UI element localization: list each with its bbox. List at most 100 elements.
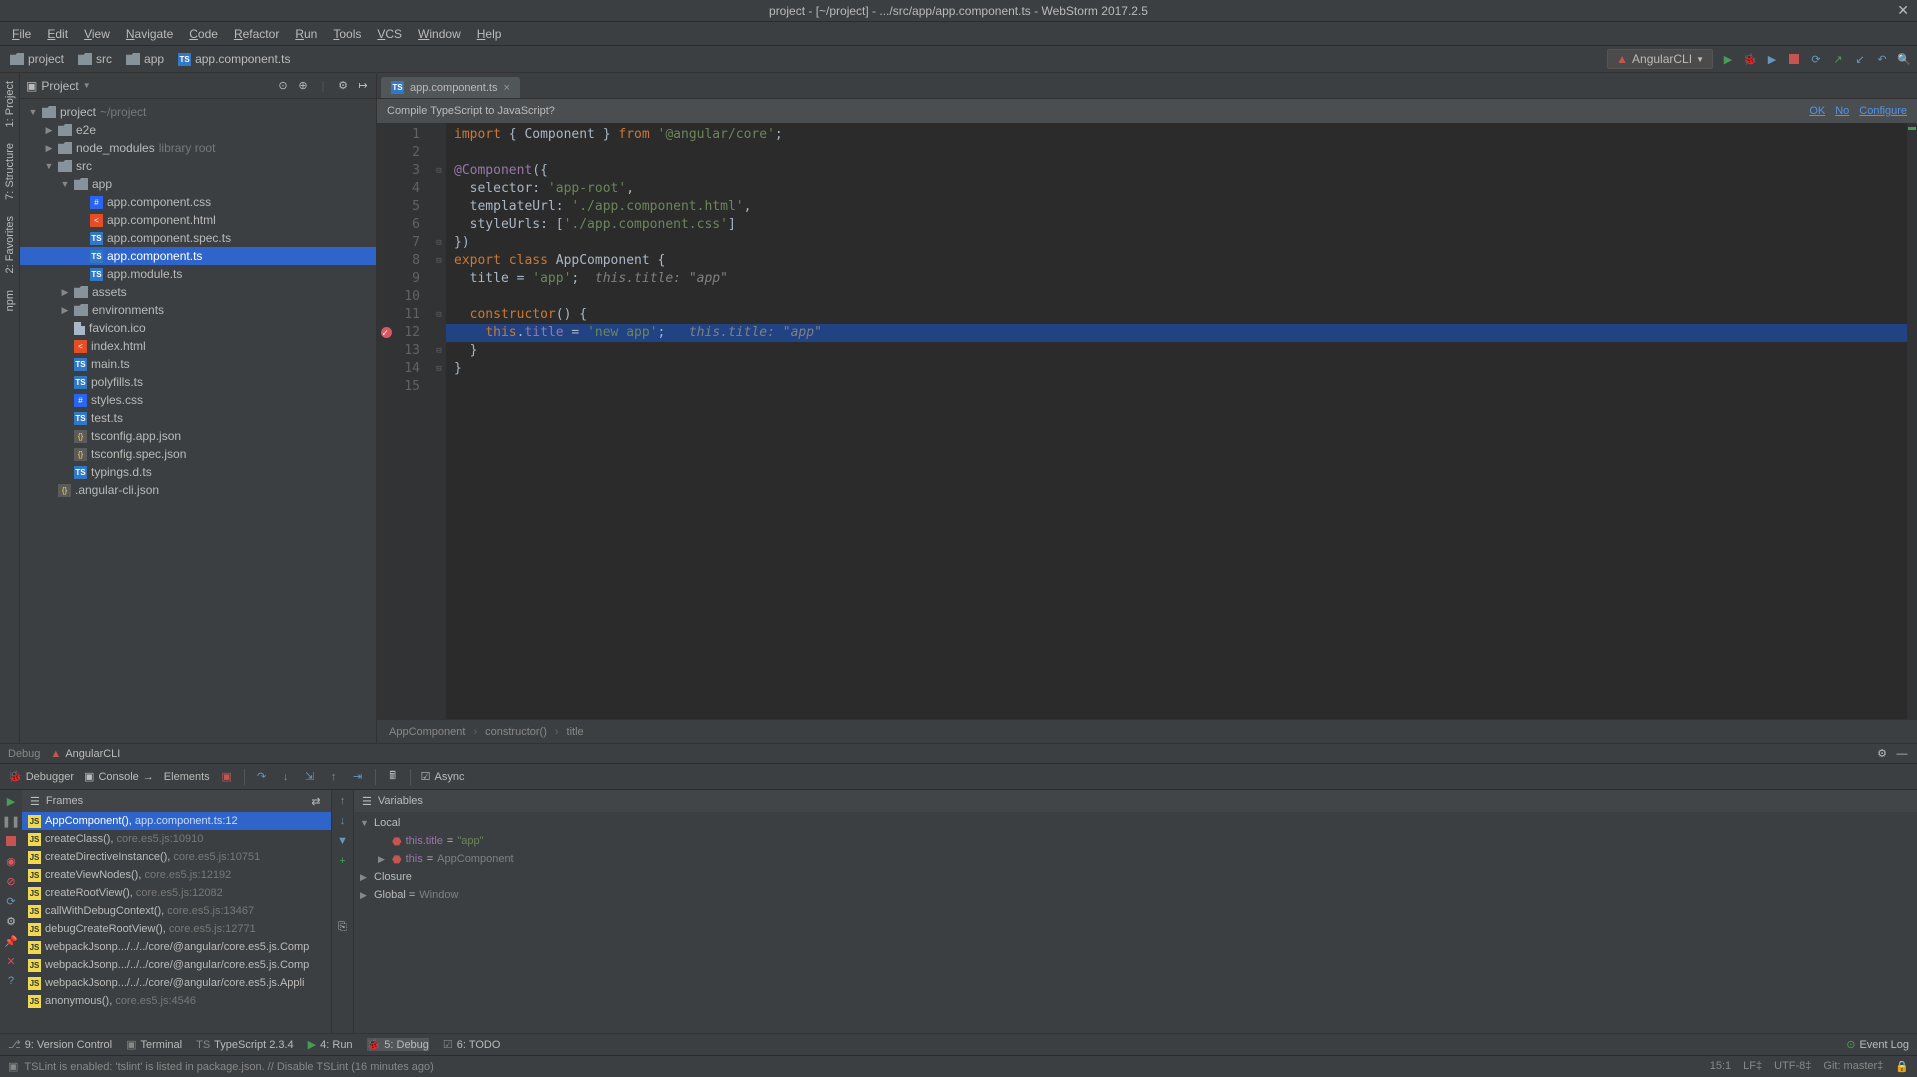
- tree-item[interactable]: ▼src: [20, 157, 376, 175]
- tree-item[interactable]: #styles.css: [20, 391, 376, 409]
- frame-row[interactable]: JScreateClass(), core.es5.js:10910: [22, 830, 331, 848]
- frames-list[interactable]: JSAppComponent(), app.component.ts:12JSc…: [22, 812, 331, 1033]
- mute-bp-icon[interactable]: ⊘: [4, 874, 18, 888]
- bottom-tab-ts[interactable]: TSTypeScript 2.3.4: [196, 1039, 294, 1051]
- search-icon[interactable]: 🔍: [1897, 52, 1911, 66]
- variable-row[interactable]: ⬣ this.title = "app": [354, 832, 1917, 850]
- up-icon[interactable]: ↑: [336, 794, 350, 808]
- async-checkbox[interactable]: ☑ Async: [421, 770, 465, 783]
- menu-help[interactable]: Help: [471, 25, 508, 43]
- variable-row[interactable]: ▶Closure: [354, 868, 1917, 886]
- tool-window-favorites[interactable]: 2: Favorites: [4, 212, 16, 277]
- frames-dropdown-icon[interactable]: ⇄: [309, 794, 323, 808]
- revert-icon[interactable]: ↶: [1875, 52, 1889, 66]
- code-editor[interactable]: 123456789101112131415 ⊟⊟⊟⊟⊟⊟ import { Co…: [377, 123, 1917, 719]
- status-item[interactable]: LF‡: [1743, 1060, 1762, 1073]
- close-icon[interactable]: ✕: [4, 954, 18, 968]
- tree-item[interactable]: TSapp.component.ts: [20, 247, 376, 265]
- reload-icon[interactable]: ⟳: [4, 894, 18, 908]
- project-tree[interactable]: ▼project ~/project▶e2e▶node_modules libr…: [20, 99, 376, 743]
- event-log[interactable]: ⊙Event Log: [1846, 1038, 1909, 1051]
- menu-file[interactable]: File: [6, 25, 37, 43]
- menu-view[interactable]: View: [78, 25, 116, 43]
- tree-item[interactable]: TStest.ts: [20, 409, 376, 427]
- minimize-icon[interactable]: ―: [1895, 747, 1909, 761]
- lock-icon[interactable]: 🔒: [1895, 1060, 1909, 1073]
- tree-item[interactable]: ▶assets: [20, 283, 376, 301]
- debugger-tab[interactable]: 🐞 Debugger: [8, 770, 74, 783]
- crumb-app[interactable]: app: [122, 50, 168, 68]
- banner-ok-link[interactable]: OK: [1809, 105, 1825, 117]
- breadcrumb-item[interactable]: title: [567, 726, 584, 738]
- frame-row[interactable]: JSwebpackJsonp.../../../core/@angular/co…: [22, 974, 331, 992]
- collapse-icon[interactable]: ⊙: [276, 79, 290, 93]
- elements-tab[interactable]: Elements: [164, 771, 210, 783]
- tree-item[interactable]: favicon.ico: [20, 319, 376, 337]
- git-pull-icon[interactable]: ↙: [1853, 52, 1867, 66]
- frame-row[interactable]: JSwebpackJsonp.../../../core/@angular/co…: [22, 956, 331, 974]
- step-into-icon[interactable]: ↓: [279, 770, 293, 784]
- menu-code[interactable]: Code: [183, 25, 224, 43]
- status-item[interactable]: 15:1: [1710, 1060, 1731, 1073]
- project-pane-title[interactable]: ▣ Project ▼: [26, 79, 91, 93]
- gear-icon[interactable]: ⚙: [1875, 747, 1889, 761]
- copy-icon[interactable]: ⎘: [336, 920, 350, 934]
- menu-navigate[interactable]: Navigate: [120, 25, 179, 43]
- hide-icon[interactable]: ↦: [356, 79, 370, 93]
- stop-icon[interactable]: [1787, 52, 1801, 66]
- console-tab[interactable]: ▣ Console →: [84, 770, 154, 783]
- variable-row[interactable]: ▼Local: [354, 814, 1917, 832]
- rerun-icon[interactable]: ▶: [4, 794, 18, 808]
- tree-item[interactable]: TSapp.component.spec.ts: [20, 229, 376, 247]
- step-out-icon[interactable]: ↑: [327, 770, 341, 784]
- frame-row[interactable]: JSdebugCreateRootView(), core.es5.js:127…: [22, 920, 331, 938]
- resume-icon[interactable]: ❚❚: [4, 814, 18, 828]
- tree-item[interactable]: TSapp.module.ts: [20, 265, 376, 283]
- error-strip[interactable]: [1907, 123, 1917, 719]
- step-into-my-icon[interactable]: ⇲: [303, 770, 317, 784]
- stop-icon[interactable]: [4, 834, 18, 848]
- bottom-tab-vcs[interactable]: ⎇9: Version Control: [8, 1038, 112, 1051]
- tree-item[interactable]: TStypings.d.ts: [20, 463, 376, 481]
- git-push-icon[interactable]: ↗: [1831, 52, 1845, 66]
- frame-row[interactable]: JScreateRootView(), core.es5.js:12082: [22, 884, 331, 902]
- add-watch-icon[interactable]: +: [336, 854, 350, 868]
- frame-row[interactable]: JScreateDirectiveInstance(), core.es5.js…: [22, 848, 331, 866]
- tree-item[interactable]: {}tsconfig.app.json: [20, 427, 376, 445]
- tree-item[interactable]: TSpolyfills.ts: [20, 373, 376, 391]
- tree-item[interactable]: <index.html: [20, 337, 376, 355]
- evaluate-icon[interactable]: 🖩: [386, 770, 400, 784]
- menu-refactor[interactable]: Refactor: [228, 25, 285, 43]
- tree-item[interactable]: ▶environments: [20, 301, 376, 319]
- tree-item[interactable]: ▼app: [20, 175, 376, 193]
- tool-window-npm[interactable]: npm: [4, 286, 16, 315]
- banner-no-link[interactable]: No: [1835, 105, 1849, 117]
- tree-item[interactable]: ▶e2e: [20, 121, 376, 139]
- crumb-project[interactable]: project: [6, 50, 68, 68]
- menu-vcs[interactable]: VCS: [371, 25, 408, 43]
- bottom-tab-todo[interactable]: ☑6: TODO: [443, 1038, 500, 1051]
- pin-icon[interactable]: 📌: [4, 934, 18, 948]
- gear-icon[interactable]: ⚙: [4, 914, 18, 928]
- filter-icon[interactable]: ▼: [336, 834, 350, 848]
- tool-window-structure[interactable]: 7: Structure: [4, 139, 16, 204]
- tree-item[interactable]: {}tsconfig.spec.json: [20, 445, 376, 463]
- frame-row[interactable]: JSAppComponent(), app.component.ts:12: [22, 812, 331, 830]
- tree-item[interactable]: <app.component.html: [20, 211, 376, 229]
- variables-list[interactable]: ▼Local⬣ this.title = "app"▶⬣ this = AppC…: [354, 812, 1917, 1033]
- editor-breadcrumb[interactable]: AppComponent›constructor()›title: [377, 719, 1917, 743]
- run-config-selector[interactable]: ▲ AngularCLI ▼: [1607, 49, 1713, 69]
- expand-icon[interactable]: ⊕: [296, 79, 310, 93]
- variable-row[interactable]: ▶Global = Window: [354, 886, 1917, 904]
- run-to-cursor-icon[interactable]: ⇥: [351, 770, 365, 784]
- frame-row[interactable]: JSwebpackJsonp.../../../core/@angular/co…: [22, 938, 331, 956]
- tree-item[interactable]: ▶node_modules library root: [20, 139, 376, 157]
- crumb-src[interactable]: src: [74, 50, 116, 68]
- run-icon[interactable]: ▶: [1721, 52, 1735, 66]
- show-exec-icon[interactable]: ▣: [220, 770, 234, 784]
- bottom-tab-term[interactable]: ▣Terminal: [126, 1038, 182, 1051]
- menu-edit[interactable]: Edit: [41, 25, 74, 43]
- frame-row[interactable]: JScallWithDebugContext(), core.es5.js:13…: [22, 902, 331, 920]
- banner-configure-link[interactable]: Configure: [1859, 105, 1907, 117]
- menu-window[interactable]: Window: [412, 25, 467, 43]
